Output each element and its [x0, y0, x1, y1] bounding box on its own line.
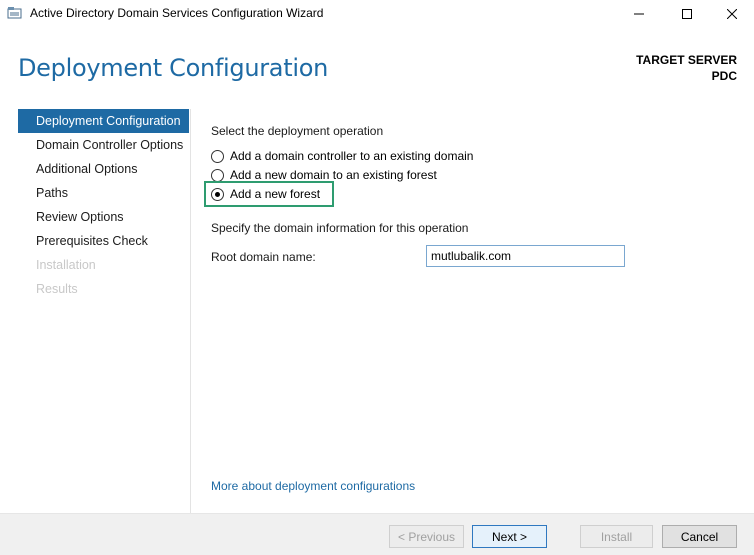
- minimize-button[interactable]: [616, 0, 662, 27]
- more-about-deployment-link[interactable]: More about deployment configurations: [211, 479, 415, 493]
- nav-item-domain-controller-options[interactable]: Domain Controller Options: [18, 133, 190, 157]
- operation-label: Select the deployment operation: [211, 124, 384, 138]
- nav-item-deployment-configuration[interactable]: Deployment Configuration: [18, 109, 189, 133]
- nav-item-installation: Installation: [36, 258, 96, 272]
- minimize-icon: [634, 13, 644, 14]
- wizard-content: Deployment Configuration TARGET SERVER P…: [0, 27, 754, 519]
- target-server-label: TARGET SERVER: [636, 53, 737, 67]
- option-add-dc-existing-domain[interactable]: Add a domain controller to an existing d…: [211, 147, 473, 165]
- nav-item-paths[interactable]: Paths: [18, 181, 190, 205]
- selection-highlight: [204, 181, 334, 207]
- option-label: Add a new domain to an existing forest: [230, 168, 437, 182]
- server-manager-app-icon: [7, 7, 22, 19]
- root-domain-label: Root domain name:: [211, 250, 316, 264]
- install-button[interactable]: Install: [580, 525, 653, 548]
- option-label: Add a domain controller to an existing d…: [230, 149, 474, 163]
- next-button[interactable]: Next >: [472, 525, 547, 548]
- target-server-name: PDC: [711, 69, 737, 83]
- title-bar: Active Directory Domain Services Configu…: [0, 0, 754, 27]
- window-title: Active Directory Domain Services Configu…: [30, 6, 324, 20]
- nav-item-review-options[interactable]: Review Options: [18, 205, 190, 229]
- nav-item-results: Results: [36, 282, 78, 296]
- wizard-footer: < Previous Next > Install Cancel: [0, 513, 754, 555]
- nav-divider: [190, 109, 191, 519]
- target-server: TARGET SERVER PDC: [636, 52, 737, 84]
- wizard-nav: Deployment Configuration Domain Controll…: [18, 109, 190, 301]
- maximize-button[interactable]: [664, 0, 710, 27]
- page-title: Deployment Configuration: [18, 54, 328, 82]
- radio-add-dc-existing-domain[interactable]: [211, 149, 224, 163]
- cancel-button[interactable]: Cancel: [662, 525, 737, 548]
- close-icon: [727, 8, 737, 19]
- root-domain-input[interactable]: mutlubalik.com: [426, 245, 625, 267]
- close-button[interactable]: [709, 0, 754, 27]
- nav-item-additional-options[interactable]: Additional Options: [18, 157, 190, 181]
- domain-info-label: Specify the domain information for this …: [211, 221, 469, 235]
- maximize-icon: [682, 8, 692, 19]
- nav-item-prerequisites-check[interactable]: Prerequisites Check: [18, 229, 190, 253]
- radio-add-domain-existing-forest[interactable]: [211, 168, 224, 182]
- previous-button[interactable]: < Previous: [389, 525, 464, 548]
